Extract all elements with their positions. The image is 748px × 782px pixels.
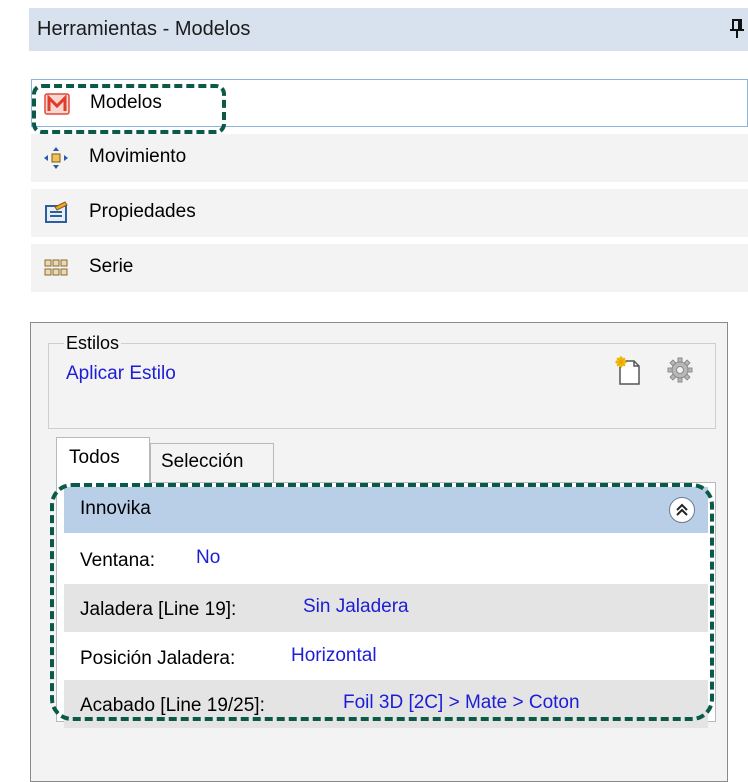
panel-title: Herramientas - Modelos — [37, 18, 251, 40]
nav-item-propiedades[interactable]: Propiedades — [31, 189, 748, 237]
property-value[interactable]: No — [196, 547, 220, 569]
nav-item-label: Movimiento — [89, 146, 187, 167]
property-label: Ventana: — [80, 550, 156, 571]
apply-style-link[interactable]: Aplicar Estilo — [66, 363, 176, 385]
group-header-innovika[interactable]: Innovika — [64, 487, 708, 533]
nav-item-serie[interactable]: Serie — [31, 244, 748, 292]
collapse-button[interactable] — [669, 497, 695, 523]
property-row-jaladera: Jaladera [Line 19]: Sin Jaladera — [64, 584, 708, 632]
property-value[interactable]: Foil 3D [2C] > Mate > Coton — [343, 692, 580, 714]
nav-item-label: Propiedades — [89, 201, 196, 222]
tab-seleccion[interactable]: Selección — [150, 443, 274, 483]
nav-item-label: Modelos — [90, 92, 162, 113]
group-title: Innovika — [80, 498, 151, 519]
nav-item-label: Serie — [89, 256, 134, 277]
tab-label: Todos — [69, 447, 120, 468]
property-value[interactable]: Horizontal — [291, 645, 377, 667]
new-style-icon[interactable] — [614, 356, 642, 386]
double-chevron-up-icon — [676, 503, 688, 516]
property-row-posicion-jaladera: Posición Jaladera: Horizontal — [64, 633, 708, 681]
properties-icon — [43, 201, 69, 225]
nav-item-movimiento[interactable]: Movimiento — [31, 134, 748, 182]
move-icon — [43, 146, 69, 170]
tab-todos[interactable]: Todos — [56, 437, 150, 483]
styles-legend: Estilos — [64, 333, 122, 354]
property-row-acabado: Acabado [Line 19/25]: Foil 3D [2C] > Mat… — [64, 680, 708, 728]
property-label: Posición Jaladera: — [80, 648, 236, 669]
pin-icon[interactable] — [729, 16, 745, 42]
tab-label: Selección — [161, 451, 244, 472]
gear-icon[interactable] — [666, 356, 694, 384]
property-label: Acabado [Line 19/25]: — [80, 695, 265, 716]
panel-header: Herramientas - Modelos — [29, 8, 748, 51]
property-row-ventana: Ventana: No — [64, 535, 708, 583]
nav-item-modelos[interactable]: Modelos — [31, 79, 748, 127]
modelos-icon — [44, 92, 70, 116]
property-value[interactable]: Sin Jaladera — [303, 596, 409, 618]
series-icon — [43, 256, 69, 280]
property-label: Jaladera [Line 19]: — [80, 599, 237, 620]
